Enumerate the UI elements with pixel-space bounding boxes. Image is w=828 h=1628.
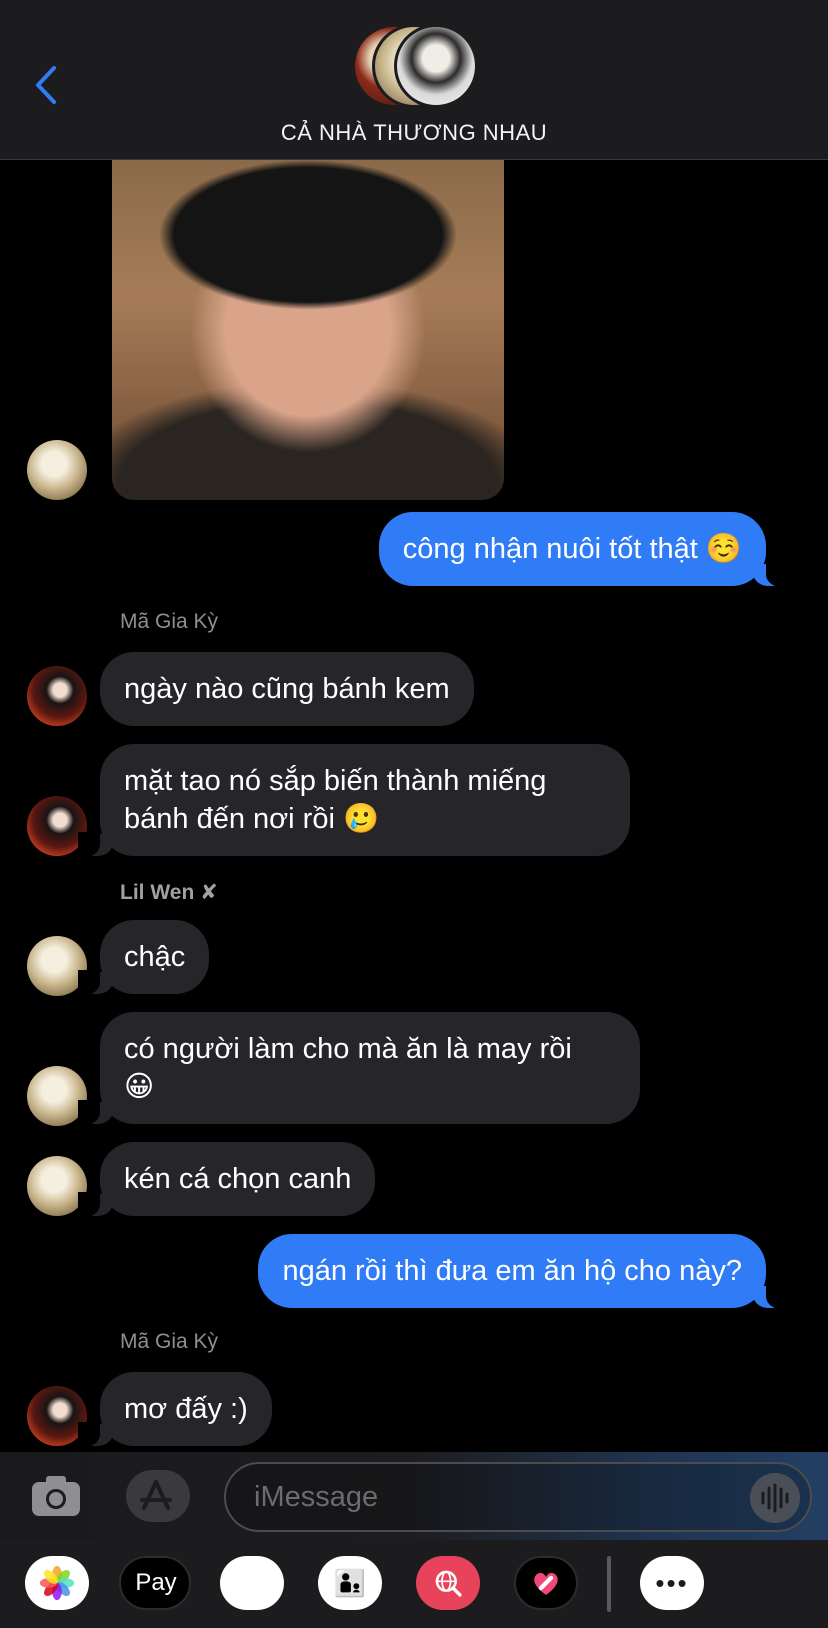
photo-message[interactable] [112, 160, 504, 500]
photos-icon [25, 1556, 89, 1610]
monkey-icon: 🐵 [236, 1567, 268, 1598]
incoming-message[interactable]: chậc [77, 920, 210, 994]
avatar[interactable] [27, 666, 87, 726]
message-line: có người làm cho mà ăn là may rồi [124, 1033, 572, 1065]
app-drawer: Pay 🐵 👨‍👦 ••• [0, 1540, 828, 1628]
message-line: mặt tao nó sắp biến thành miếng [124, 765, 547, 797]
incoming-message[interactable]: ngày nào cũng bánh kem [100, 652, 474, 726]
incoming-message[interactable]: mặt tao nó sắp biến thành miếng bánh đến… [78, 744, 630, 856]
group-title[interactable]: CẢ NHÀ THƯƠNG NHAU [0, 120, 828, 146]
app-store-icon [140, 1480, 172, 1510]
photos-app-button[interactable] [25, 1556, 89, 1610]
incoming-message[interactable]: mơ đấy :) [78, 1372, 272, 1446]
message-line: 😀 [124, 1071, 155, 1103]
message-list[interactable]: công nhận nuôi tốt thật ☺️ Mã Gia Kỳ ngà… [0, 160, 828, 1452]
outgoing-message[interactable]: công nhận nuôi tốt thật ☺️ [378, 512, 789, 586]
memoji-icon: 👨‍👦 [333, 1567, 367, 1598]
heart-touch-icon [516, 1558, 576, 1608]
conversation-header: CẢ NHÀ THƯƠNG NHAU [0, 0, 828, 160]
animoji-button[interactable]: 🐵 [220, 1556, 284, 1610]
globe-search-icon [416, 1556, 480, 1610]
audio-waveform-icon[interactable] [750, 1473, 800, 1523]
sender-name: Mã Gia Kỳ [120, 610, 219, 633]
camera-icon[interactable] [30, 1472, 82, 1520]
more-apps-button[interactable]: ••• [640, 1556, 704, 1610]
avatar[interactable] [27, 440, 87, 500]
app-store-button[interactable] [126, 1470, 190, 1522]
sender-name: Lil Wen ✘ [120, 881, 218, 904]
outgoing-message[interactable]: ngán rồi thì đưa em ăn hộ cho này? [258, 1234, 788, 1308]
chevron-left-icon[interactable] [30, 62, 64, 108]
memoji-stickers-button[interactable]: 👨‍👦 [318, 1556, 382, 1610]
message-input[interactable] [254, 1464, 724, 1530]
group-avatar-stack[interactable] [352, 24, 478, 108]
digital-touch-button[interactable] [514, 1556, 578, 1610]
more-icon: ••• [655, 1567, 689, 1598]
tray-divider [607, 1556, 611, 1612]
message-input-field[interactable] [224, 1462, 812, 1532]
apple-pay-label: Pay [135, 1569, 177, 1596]
apple-pay-button[interactable]: Pay [119, 1556, 191, 1610]
images-search-button[interactable] [416, 1556, 480, 1610]
sender-name: Mã Gia Kỳ [120, 1330, 219, 1353]
avatar [394, 24, 478, 108]
message-line: bánh đến nơi rồi 🥲 [124, 803, 380, 835]
incoming-message[interactable]: có người làm cho mà ăn là may rồi 😀 [78, 1012, 640, 1124]
incoming-message[interactable]: kén cá chọn canh [77, 1142, 376, 1216]
compose-bar [0, 1452, 828, 1540]
